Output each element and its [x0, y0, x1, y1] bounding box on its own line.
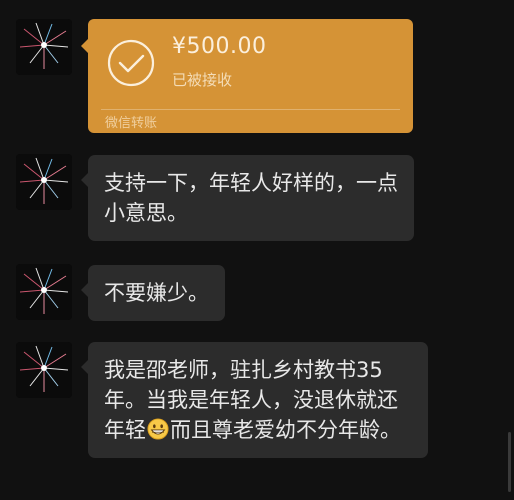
message-text: 不要嫌少。	[104, 281, 209, 305]
fireworks-avatar-icon	[16, 154, 72, 210]
avatar[interactable]	[16, 154, 72, 210]
fireworks-avatar-icon	[16, 342, 72, 398]
avatar[interactable]	[16, 264, 72, 320]
avatar[interactable]	[16, 342, 72, 398]
grinning-face-icon	[147, 418, 169, 440]
message-bubble[interactable]: 我是邵老师，驻扎乡村教书35年。当我是年轻人，没退休就还年轻 而且尊老爱幼不分年…	[81, 342, 428, 458]
transfer-card[interactable]: ¥500.00 已被接收 微信转账	[81, 19, 413, 133]
transfer-label: 微信转账	[105, 116, 158, 131]
message-text: 支持一下，年轻人好样的，一点小意思。	[104, 171, 398, 225]
message-bubble[interactable]: 支持一下，年轻人好样的，一点小意思。	[81, 155, 414, 241]
scrollbar[interactable]	[508, 432, 511, 492]
transfer-amount: ¥500.00	[172, 34, 267, 59]
check-circle-icon	[107, 39, 155, 87]
message-bubble[interactable]: 不要嫌少。	[81, 265, 225, 321]
transfer-status: 已被接收	[172, 71, 233, 89]
fireworks-avatar-icon	[16, 264, 72, 320]
avatar[interactable]	[16, 19, 72, 75]
fireworks-avatar-icon	[16, 19, 72, 75]
divider	[101, 109, 400, 110]
message-text: 而且尊老爱幼不分年龄。	[170, 418, 401, 442]
